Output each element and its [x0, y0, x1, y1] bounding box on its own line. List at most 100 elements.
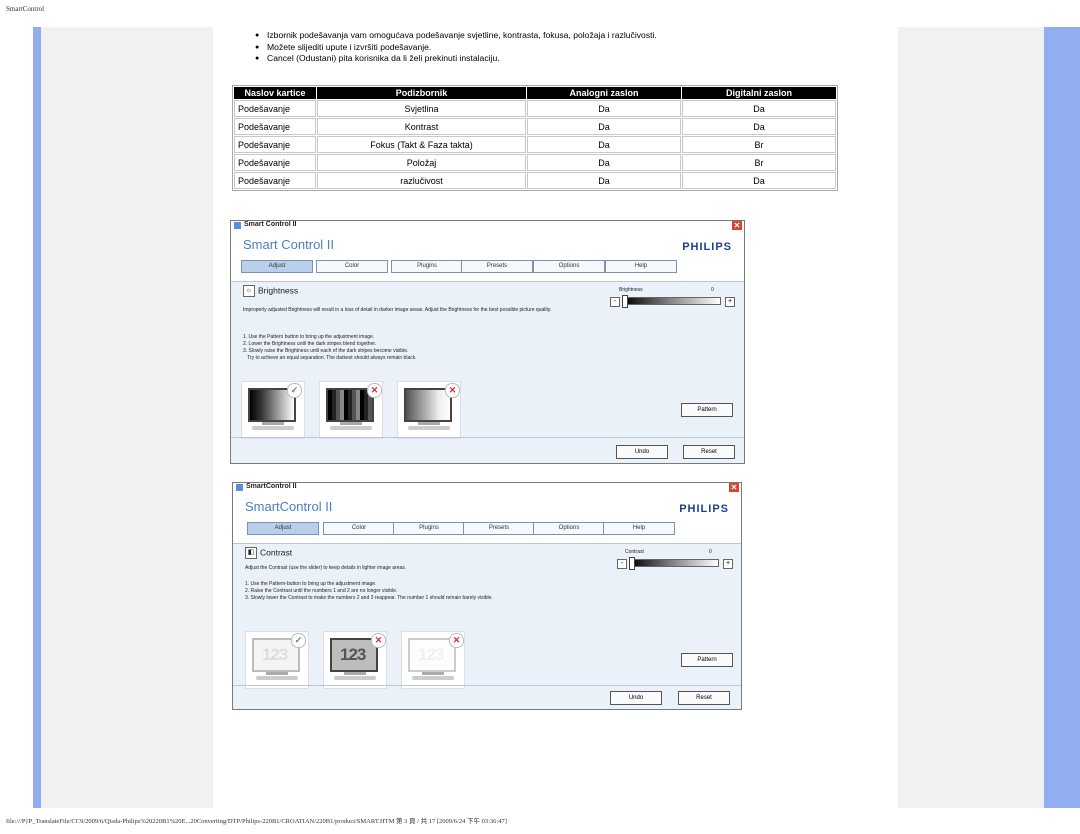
- philips-logo: PHILIPS: [682, 241, 732, 253]
- monitor-stand: [262, 422, 284, 425]
- tab-adjust[interactable]: Adjust: [247, 522, 319, 535]
- table-cell: Da: [527, 118, 681, 135]
- tab-plugins[interactable]: Plugins: [391, 260, 463, 273]
- table-header-row: Naslov kartice Podizbornik Analogni zasl…: [234, 87, 836, 99]
- tab-color[interactable]: Color: [316, 260, 388, 273]
- table-cell: Da: [527, 172, 681, 189]
- monitor-stand: [340, 422, 362, 425]
- table-row: Podešavanje Svjetlina Da Da: [234, 100, 836, 117]
- monitor-base: [256, 676, 298, 680]
- reset-button[interactable]: Reset: [683, 445, 735, 459]
- table-cell: Podešavanje: [234, 172, 316, 189]
- table-cell: Svjetlina: [317, 100, 526, 117]
- section-title: ◧ Contrast: [245, 547, 292, 559]
- right-gray-panel: [898, 27, 1044, 808]
- digits-label: 123: [262, 645, 288, 664]
- window-titlebar: SmartControl II ✕: [233, 483, 741, 493]
- close-icon[interactable]: ✕: [729, 483, 739, 492]
- left-gray-panel: [41, 27, 213, 808]
- sun-icon: ☼: [243, 285, 255, 297]
- tab-plugins[interactable]: Plugins: [393, 522, 465, 535]
- table-cell: Da: [682, 172, 836, 189]
- tab-color[interactable]: Color: [323, 522, 395, 535]
- right-blue-bar: [1044, 27, 1080, 808]
- monitor-stand: [418, 422, 440, 425]
- cross-icon: ✕: [449, 633, 464, 648]
- col-header-analog: Analogni zaslon: [527, 87, 681, 99]
- slider-value: 0: [709, 549, 712, 555]
- reset-button[interactable]: Reset: [678, 691, 730, 705]
- left-blue-bar: [33, 27, 41, 808]
- slider-decrease-button[interactable]: -: [617, 559, 627, 569]
- table-cell: Br: [682, 154, 836, 171]
- table-row: Podešavanje razlučivost Da Da: [234, 172, 836, 189]
- monitor-base: [412, 676, 454, 680]
- table-cell: Da: [527, 100, 681, 117]
- bullet-list: Izbornik podešavanja vam omogućava podeš…: [255, 30, 657, 65]
- undo-button[interactable]: Undo: [610, 691, 662, 705]
- bullet-item: Cancel (Odustani) pita korisnika da li ž…: [255, 53, 657, 65]
- monitor-stand: [422, 672, 444, 675]
- slider-increase-button[interactable]: +: [723, 559, 733, 569]
- table-cell: Podešavanje: [234, 154, 316, 171]
- monitor-base: [408, 426, 450, 430]
- col-header-submenu: Podizbornik: [317, 87, 526, 99]
- slider-increase-button[interactable]: +: [725, 297, 735, 307]
- page-footer: file:///P|/P_TranslateFile/CC9/2009/6/Qi…: [6, 818, 507, 825]
- window-titlebar: Smart Control II ✕: [231, 221, 744, 231]
- tab-presets[interactable]: Presets: [463, 522, 535, 535]
- pattern-button[interactable]: Pattern: [681, 403, 733, 417]
- table-cell: Podešavanje: [234, 118, 316, 135]
- table-row: Podešavanje Kontrast Da Da: [234, 118, 836, 135]
- table-cell: Da: [682, 118, 836, 135]
- table-cell: Položaj: [317, 154, 526, 171]
- undo-button[interactable]: Undo: [616, 445, 668, 459]
- slider-value: 0: [711, 287, 714, 293]
- divider: [231, 437, 744, 438]
- pattern-button[interactable]: Pattern: [681, 653, 733, 667]
- slider-handle[interactable]: [622, 295, 628, 308]
- slider-handle[interactable]: [629, 557, 635, 570]
- table-cell: Fokus (Takt & Faza takta): [317, 136, 526, 153]
- tab-presets[interactable]: Presets: [461, 260, 533, 273]
- cross-icon: ✕: [367, 383, 382, 398]
- divider: [233, 685, 741, 686]
- tab-options[interactable]: Options: [533, 260, 605, 273]
- digits-label: 123: [418, 645, 444, 664]
- table-cell: Br: [682, 136, 836, 153]
- tab-help[interactable]: Help: [603, 522, 675, 535]
- table-row: Podešavanje Fokus (Takt & Faza takta) Da…: [234, 136, 836, 153]
- contrast-window: SmartControl II ✕ SmartControl II PHILIP…: [232, 482, 742, 710]
- close-icon[interactable]: ✕: [732, 221, 742, 230]
- check-icon: ✓: [287, 383, 302, 398]
- brightness-window: Smart Control II ✕ Smart Control II PHIL…: [230, 220, 745, 464]
- section-title: ☼ Brightness: [243, 285, 298, 297]
- tab-help[interactable]: Help: [605, 260, 677, 273]
- check-icon: ✓: [291, 633, 306, 648]
- bullet-item: Izbornik podešavanja vam omogućava podeš…: [255, 30, 657, 42]
- brightness-slider[interactable]: [622, 297, 721, 305]
- table-row: Podešavanje Položaj Da Br: [234, 154, 836, 171]
- slider-decrease-button[interactable]: -: [610, 297, 620, 307]
- window-header: SmartControl II PHILIPS Adjust Color Plu…: [233, 493, 741, 543]
- divider: [233, 543, 741, 544]
- app-icon: [234, 222, 241, 229]
- col-header-tab-title: Naslov kartice: [234, 87, 316, 99]
- table-cell: razlučivost: [317, 172, 526, 189]
- bullet-item: Možete slijediti upute i izvršiti podeša…: [255, 42, 657, 54]
- table-cell: Podešavanje: [234, 100, 316, 117]
- slider-label: Brightness: [619, 287, 643, 293]
- monitor-base: [330, 426, 372, 430]
- contrast-slider[interactable]: [629, 559, 719, 567]
- page-header: SmartControl: [6, 5, 45, 13]
- section-instructions: 1. Use the Pattern button to bring up th…: [243, 334, 417, 361]
- slider-label: Contrast: [625, 549, 644, 555]
- titlebar-text: SmartControl II: [246, 483, 297, 490]
- monitor-stand: [344, 672, 366, 675]
- tab-options[interactable]: Options: [533, 522, 605, 535]
- tab-adjust[interactable]: Adjust: [241, 260, 313, 273]
- philips-logo: PHILIPS: [679, 503, 729, 515]
- titlebar-text: Smart Control II: [244, 221, 297, 228]
- table-cell: Da: [682, 100, 836, 117]
- app-title: Smart Control II: [243, 237, 335, 252]
